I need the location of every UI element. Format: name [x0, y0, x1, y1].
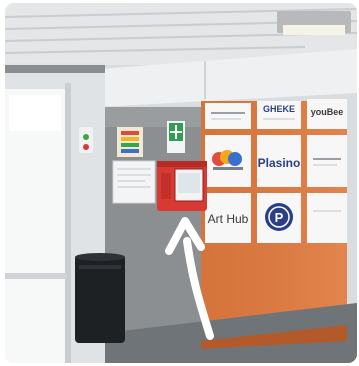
- trash-bin: [75, 253, 125, 343]
- sign-label: Art Hub: [208, 212, 249, 226]
- defibrillator-cabinet: [157, 161, 207, 211]
- sign-label: Plasino: [258, 156, 301, 170]
- sign-label: P: [275, 210, 284, 225]
- sign-label: youBee: [311, 107, 344, 117]
- photo-frame: GHEKE youBee Plasino Art Hub P: [5, 3, 357, 363]
- sign-panel: [307, 193, 347, 243]
- sign-panel: [307, 135, 347, 187]
- colorful-logo: [212, 150, 243, 170]
- ceiling-light-glow: [283, 25, 345, 35]
- paper-notice: [112, 160, 156, 204]
- parking-logo: P: [265, 203, 293, 231]
- directory-signs: GHEKE youBee Plasino Art Hub P: [205, 99, 347, 243]
- corridor-photo: GHEKE youBee Plasino Art Hub P: [5, 3, 357, 363]
- sign-panel: [205, 103, 251, 129]
- sign-label: GHEKE: [263, 104, 295, 114]
